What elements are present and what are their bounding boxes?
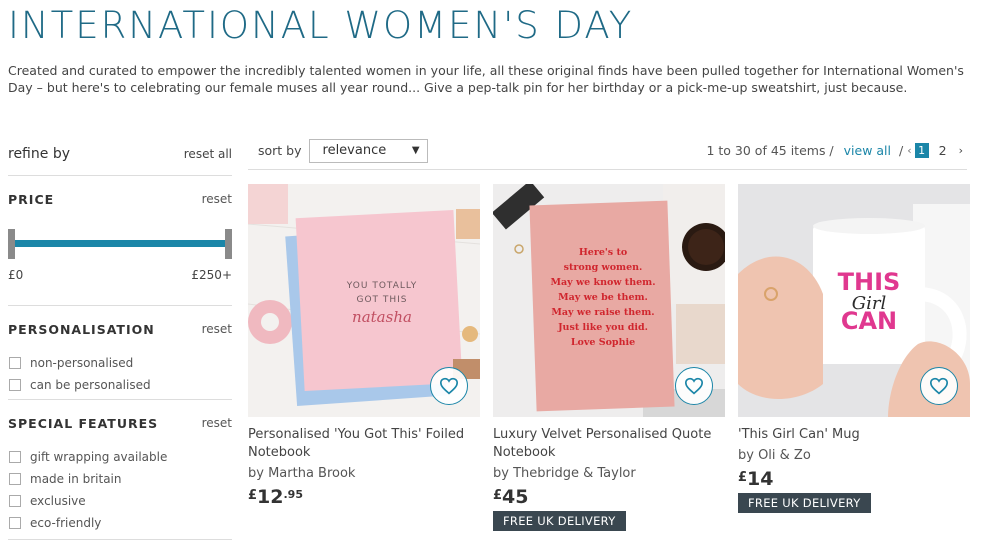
page-1-current[interactable]: 1 [914,143,929,158]
filter-option-label: made in britain [30,472,122,486]
sort-label: sort by [258,143,302,158]
special-features-filter: SPECIAL FEATURES reset gift wrapping ava… [8,400,232,540]
reset-all-link[interactable]: reset all [184,147,232,161]
velvet-quote-line-6: Just like you did. [557,322,648,333]
pagination: 1 to 30 of 45 items / view all / ‹ 1 2 › [706,143,963,158]
price-currency: £ [248,488,258,503]
special-features-reset-link[interactable]: reset [202,416,232,430]
personalisation-reset-link[interactable]: reset [202,322,232,336]
checkbox[interactable] [9,495,21,507]
mug-text-can: CAN [841,307,897,335]
product-price: £ 14 [738,468,970,490]
filter-option-label: eco-friendly [30,516,102,530]
product-image-velvet-notebook[interactable]: Here's to strong women. May we know them… [493,184,725,417]
price-decimal: .95 [283,488,304,501]
favourite-button[interactable] [430,367,468,405]
filter-option-label: non-personalised [30,356,134,370]
chevron-right-icon[interactable]: › [959,144,963,157]
price-min-label: £0 [8,268,24,282]
product-image-notebook[interactable]: YOU TOTALLY GOT THIS natasha [248,184,480,417]
price-reset-link[interactable]: reset [202,192,232,206]
product-card[interactable]: YOU TOTALLY GOT THIS natasha Personalise… [248,184,480,508]
price-currency: £ [493,488,503,503]
special-features-header: SPECIAL FEATURES reset [8,400,232,446]
velvet-quote-line-4: May we be them. [558,292,648,303]
sort-dropdown[interactable]: relevance ▼ [308,138,428,163]
velvet-quote-line-5: May we raise them. [551,307,654,318]
caret-down-icon: ▼ [411,144,420,156]
price-slider-track[interactable] [12,240,228,247]
filter-option-label: gift wrapping available [30,450,168,464]
result-count: 1 to 30 of 45 items / [706,143,834,158]
product-seller[interactable]: by Oli & Zo [738,448,970,463]
personalisation-heading: PERSONALISATION [8,321,155,337]
product-title[interactable]: Personalised 'You Got This' Foiled Noteb… [248,426,480,462]
chevron-left-icon[interactable]: ‹ [907,144,911,157]
velvet-quote-line-7: Love Sophie [571,337,635,348]
mug-text-this: THIS [838,268,901,296]
filter-option-eco-friendly[interactable]: eco-friendly [8,512,232,534]
results-toolbar: sort by relevance ▼ 1 to 30 of 45 items … [248,132,967,170]
price-currency: £ [738,470,748,485]
free-delivery-badge: FREE UK DELIVERY [738,493,871,513]
favourite-button[interactable] [920,367,958,405]
product-price: £ 12 .95 [248,486,480,508]
product-card[interactable]: Here's to strong women. May we know them… [493,184,725,531]
heart-icon [929,377,949,395]
price-main: 14 [747,468,774,490]
refine-sidebar: refine by reset all PRICE reset £0 £250+… [8,132,232,540]
notebook-text-line-2: GOT THIS [356,295,407,305]
notebook-text-line-1: YOU TOTALLY [346,281,417,291]
checkbox[interactable] [9,379,21,391]
product-price: £ 45 [493,486,725,508]
filter-option-non-personalised[interactable]: non-personalised [8,352,232,374]
refine-header: refine by reset all [8,132,232,176]
filter-option-label: exclusive [30,494,86,508]
heart-icon [439,377,459,395]
refine-label: refine by [8,145,70,162]
sort-value: relevance [322,143,387,158]
product-title[interactable]: Luxury Velvet Personalised Quote Noteboo… [493,426,725,462]
page-2-link[interactable]: 2 [939,143,947,158]
price-max-label: £250+ [191,268,232,282]
product-card[interactable]: THIS Girl CAN 'This Girl Can' Mug by Oli… [738,184,970,513]
checkbox[interactable] [9,451,21,463]
product-seller[interactable]: by Martha Brook [248,466,480,481]
checkbox[interactable] [9,473,21,485]
price-main: 12 [257,486,284,508]
checkbox[interactable] [9,357,21,369]
filter-option-gift-wrapping[interactable]: gift wrapping available [8,446,232,468]
price-slider[interactable] [8,226,232,260]
checkbox[interactable] [9,517,21,529]
price-header: PRICE reset [8,176,232,222]
filter-option-made-in-britain[interactable]: made in britain [8,468,232,490]
intro-text: Created and curated to empower the incre… [8,63,964,95]
velvet-quote-line-1: Here's to [579,247,627,258]
notebook-text-name: natasha [352,308,412,326]
price-slider-max-handle[interactable] [225,229,232,259]
price-heading: PRICE [8,191,55,207]
personalisation-filter: PERSONALISATION reset non-personalised c… [8,306,232,400]
price-main: 45 [502,486,529,508]
view-all-link[interactable]: view all [844,143,891,158]
velvet-quote-line-2: strong women. [564,262,643,273]
filter-option-exclusive[interactable]: exclusive [8,490,232,512]
price-range-labels: £0 £250+ [8,268,232,282]
filter-option-label: can be personalised [30,378,151,392]
product-title[interactable]: 'This Girl Can' Mug [738,426,970,444]
personalisation-header: PERSONALISATION reset [8,306,232,352]
price-filter: PRICE reset £0 £250+ [8,176,232,306]
velvet-quote-line-3: May we know them. [550,277,655,288]
price-slider-min-handle[interactable] [8,229,15,259]
product-image-mug[interactable]: THIS Girl CAN [738,184,970,417]
pager-divider: / [899,143,904,158]
product-seller[interactable]: by Thebridge & Taylor [493,466,725,481]
special-features-heading: SPECIAL FEATURES [8,415,159,431]
heart-icon [684,377,704,395]
filter-option-can-be-personalised[interactable]: can be personalised [8,374,232,396]
page-title: INTERNATIONAL WOMEN'S DAY [8,4,634,47]
favourite-button[interactable] [675,367,713,405]
free-delivery-badge: FREE UK DELIVERY [493,511,626,531]
